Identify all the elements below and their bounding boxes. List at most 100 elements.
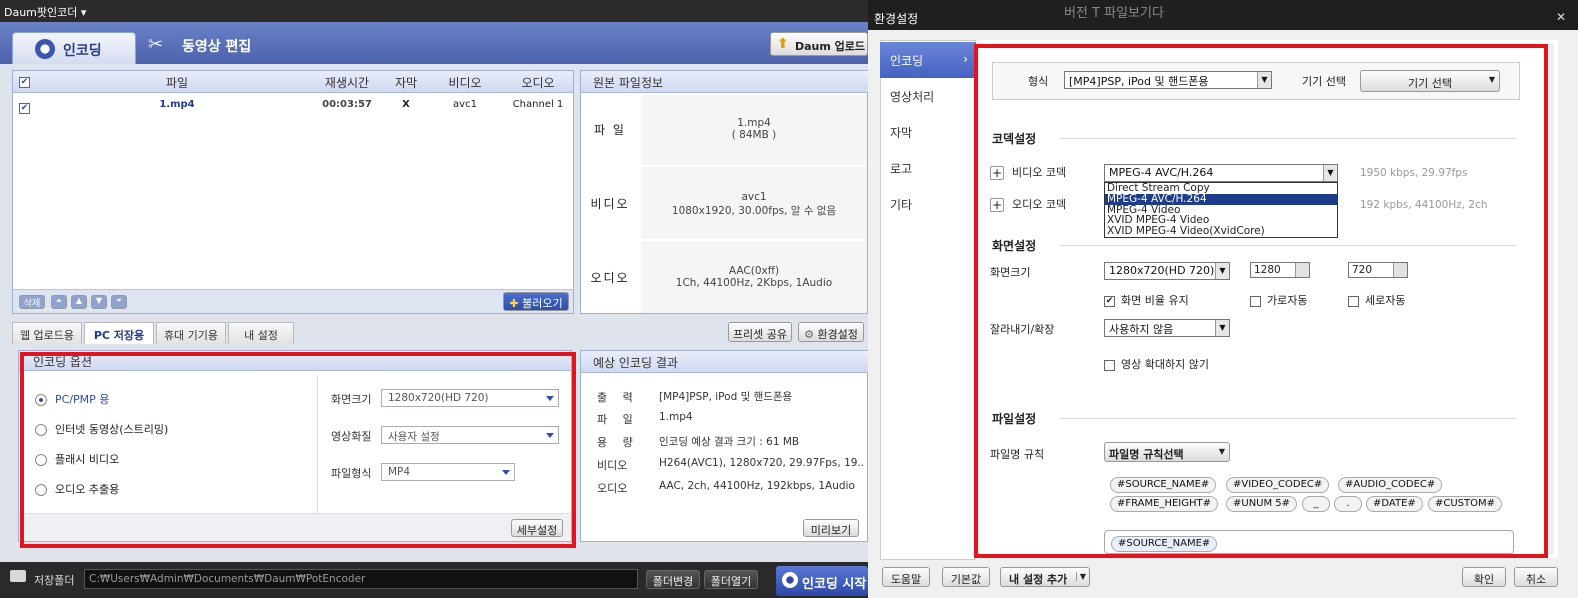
col-file[interactable]: 파일: [37, 71, 317, 93]
col-duration[interactable]: 재생시간: [309, 71, 385, 93]
close-icon[interactable]: ✕: [1556, 10, 1566, 24]
chevron-down-icon: ▼: [1488, 75, 1495, 84]
quality-select[interactable]: 사용자 설정: [381, 426, 559, 444]
daum-upload-button[interactable]: ⬆ Daum 업로드: [770, 32, 868, 56]
keep-ratio-label: 화면 비율 유지: [1121, 294, 1189, 307]
tag-dot[interactable]: .: [1334, 496, 1362, 512]
subtab-web-upload[interactable]: 웹 업로드용: [12, 322, 82, 344]
width-value: 1280: [1254, 264, 1281, 276]
settings-button[interactable]: ⚙ 환경설정: [798, 322, 864, 342]
move-up-button[interactable]: ▲: [71, 295, 87, 309]
radio-dot: [35, 454, 47, 466]
tag-date[interactable]: #DATE#: [1366, 496, 1423, 512]
tag-video-codec[interactable]: #VIDEO_CODEC#: [1226, 477, 1330, 493]
col-audio[interactable]: 오디오: [503, 71, 573, 93]
nav-video-processing[interactable]: 영상처리: [880, 78, 976, 114]
content-scrollbar[interactable]: [1546, 44, 1554, 554]
tag-underscore[interactable]: _: [1302, 496, 1330, 512]
codec-option[interactable]: XVID MPEG-4 Video(XvidCore): [1105, 226, 1337, 237]
expand-plus-icon[interactable]: +: [990, 198, 1004, 212]
src-video-value: avc1 1080x1920, 30.00fps, 알 수 없음: [641, 167, 867, 239]
move-top-button[interactable]: ⏶: [51, 295, 67, 309]
auto-width-label: 가로자동: [1267, 294, 1308, 307]
scissors-icon: ✂: [148, 34, 164, 55]
add-my-settings-button[interactable]: 내 설정 추가 ▼: [1000, 567, 1090, 587]
app-title[interactable]: Daum팟인코더 ▾: [0, 0, 868, 22]
load-button[interactable]: ✚ 불러오기: [503, 292, 569, 311]
format-select[interactable]: MP4: [381, 463, 515, 481]
resolution-select[interactable]: 1280x720(HD 720): [381, 389, 559, 407]
col-subtitle[interactable]: 자막: [385, 71, 427, 93]
radio-flash[interactable]: 플래시 비디오: [35, 451, 119, 467]
select-all-checkbox[interactable]: ✔: [19, 77, 30, 88]
change-folder-button[interactable]: 폴더변경: [646, 570, 700, 589]
radio-pc-pmp[interactable]: PC/PMP 용: [35, 391, 109, 407]
video-codec-dropdown[interactable]: MPEG-4 AVC/H.264 ▼: [1104, 164, 1338, 182]
start-encoding-button[interactable]: 인코딩 시작: [776, 566, 868, 596]
codec-option-selected[interactable]: MPEG-4 AVC/H.264: [1105, 193, 1337, 205]
default-button[interactable]: 기본값: [942, 567, 990, 587]
video-codec-value: MPEG-4 AVC/H.264: [1109, 166, 1214, 179]
plus-icon: ✚: [509, 297, 519, 310]
src-file-name: 1.mp4: [737, 117, 771, 129]
tag-unum[interactable]: #UNUM 5#: [1226, 496, 1298, 512]
gear-icon: ⚙: [804, 328, 814, 341]
tag-frame-height[interactable]: #FRAME_HEIGHT#: [1110, 496, 1219, 512]
radio-dot: [35, 484, 47, 496]
chevron-down-icon: ▼: [1215, 263, 1229, 279]
src-file-size: ( 84MB ): [731, 129, 777, 141]
radio-audio-extract[interactable]: 오디오 추출용: [35, 481, 119, 497]
detail-settings-button[interactable]: 세부설정: [511, 519, 563, 537]
height-spinner[interactable]: 720: [1348, 262, 1408, 278]
subtab-mobile[interactable]: 휴대 기기용: [156, 322, 226, 344]
delete-button[interactable]: 삭제: [19, 295, 45, 309]
nav-subtitle[interactable]: 자막: [880, 114, 976, 150]
file-section-title: 파일설정: [992, 412, 1037, 426]
auto-width-checkbox[interactable]: 가로자동: [1250, 292, 1307, 308]
open-folder-button[interactable]: 폴더열기: [704, 570, 758, 589]
codec-options-list[interactable]: Direct Stream Copy MPEG-4 AVC/H.264 MPEG…: [1104, 182, 1338, 238]
tag-custom[interactable]: #CUSTOM#: [1428, 496, 1503, 512]
screen-size-dropdown[interactable]: 1280x720(HD 720) ▼: [1104, 262, 1230, 280]
tab-encoding[interactable]: 인코딩: [12, 32, 136, 64]
auto-height-checkbox[interactable]: 세로자동: [1348, 292, 1405, 308]
start-encoding-label: 인코딩 시작: [802, 577, 867, 592]
move-down-button[interactable]: ▼: [91, 295, 107, 309]
crop-dropdown[interactable]: 사용하지 않음 ▼: [1104, 319, 1230, 337]
radio-streaming[interactable]: 인터넷 동영상(스트리밍): [35, 421, 168, 437]
preset-share-button[interactable]: 프리셋 공유: [728, 322, 792, 342]
filename-pattern-field[interactable]: #SOURCE_NAME#: [1104, 530, 1514, 554]
ok-button[interactable]: 확인: [1462, 567, 1506, 587]
expand-plus-icon[interactable]: +: [990, 166, 1004, 180]
tag-source-name[interactable]: #SOURCE_NAME#: [1110, 477, 1217, 493]
subtab-pc-save[interactable]: PC 저장용: [84, 322, 154, 344]
expected-result-panel: 예상 인코딩 결과 출 력 [MP4]PSP, iPod 및 핸드폰용 파 일 …: [580, 350, 869, 542]
pattern-token[interactable]: #SOURCE_NAME#: [1111, 536, 1218, 552]
save-folder-label: 저장폴더: [34, 574, 75, 587]
crop-value: 사용하지 않음: [1109, 323, 1174, 336]
help-button[interactable]: 도움말: [882, 567, 930, 587]
src-video-label: 비디오: [590, 197, 630, 211]
keep-ratio-checkbox[interactable]: ✔ 화면 비율 유지: [1104, 292, 1189, 308]
nav-encoding[interactable]: 인코딩 ›: [880, 42, 976, 78]
width-spinner[interactable]: 1280: [1250, 262, 1310, 278]
save-path-field[interactable]: C:₩Users₩Admin₩Documents₩Daum₩PotEncoder: [84, 569, 638, 589]
result-audio-label: 오디오: [597, 482, 628, 495]
tag-audio-codec[interactable]: #AUDIO_CODEC#: [1338, 477, 1443, 493]
device-select-button[interactable]: 기기 선택 ▼: [1360, 70, 1500, 92]
col-video[interactable]: 비디오: [427, 71, 503, 93]
no-zoom-checkbox[interactable]: 영상 확대하지 않기: [1104, 356, 1209, 372]
format-label: 형식: [1028, 75, 1049, 88]
src-audio-value: AAC(0xff) 1Ch, 44100Hz, 2Kbps, 1Audio: [641, 241, 867, 313]
preview-button[interactable]: 미리보기: [803, 519, 859, 537]
row-checkbox[interactable]: ✔: [19, 103, 30, 114]
chevron-down-icon: [502, 470, 510, 475]
tab-video-edit[interactable]: ✂ 동영상 편집: [146, 30, 286, 60]
nav-logo[interactable]: 로고: [880, 150, 976, 186]
cancel-button[interactable]: 취소: [1514, 567, 1558, 587]
subtab-my-settings[interactable]: 내 설정: [228, 322, 294, 344]
filename-rule-button[interactable]: 파일명 규칙선택 ▼: [1104, 442, 1230, 462]
nav-other[interactable]: 기타: [880, 186, 976, 222]
move-bottom-button[interactable]: ⏷: [111, 295, 127, 309]
format-dropdown[interactable]: [MP4]PSP, iPod 및 핸드폰용 ▼: [1064, 71, 1272, 89]
